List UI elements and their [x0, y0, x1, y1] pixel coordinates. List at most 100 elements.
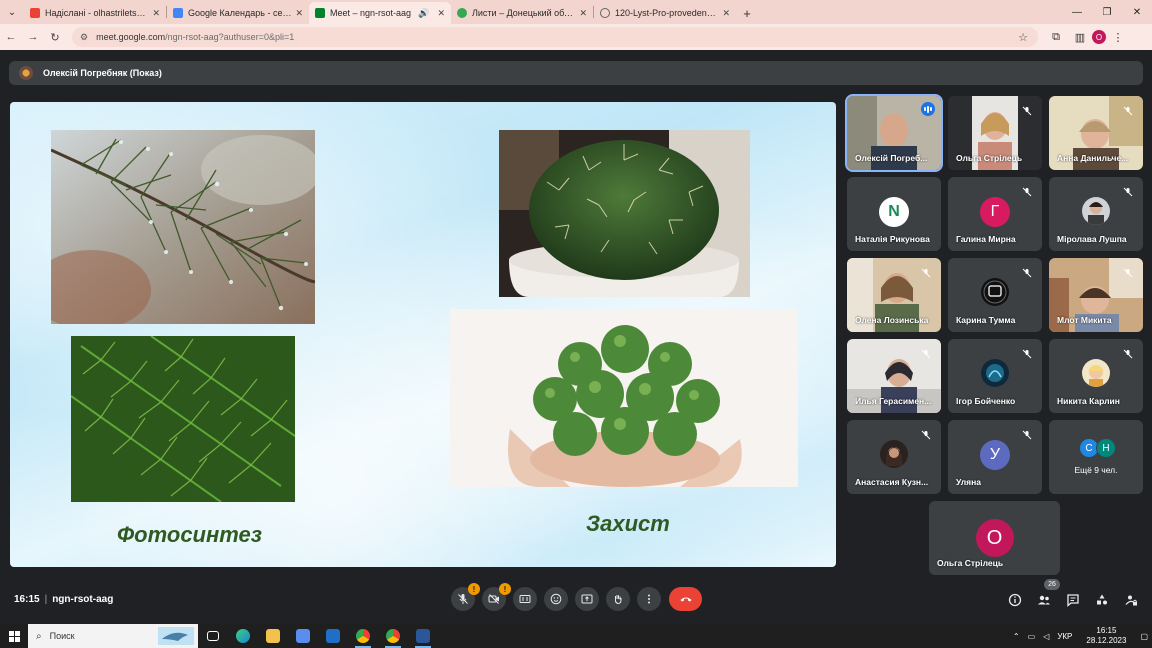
captions-button[interactable]: [513, 587, 537, 611]
chat-button[interactable]: [1062, 589, 1084, 611]
participant-tile[interactable]: Олена Лозинська: [847, 258, 941, 332]
close-window-icon[interactable]: ✕: [1122, 0, 1152, 24]
people-button[interactable]: [1033, 589, 1055, 611]
taskbar-app-edge[interactable]: [228, 624, 258, 648]
participant-tile[interactable]: Анастасия Кузн...: [847, 420, 941, 494]
taskbar-app-explorer[interactable]: [258, 624, 288, 648]
info-icon: [1008, 593, 1022, 607]
close-icon[interactable]: ✕: [295, 8, 303, 19]
taskbar-app-chrome[interactable]: [348, 624, 378, 648]
participant-tile[interactable]: N Наталія Рикунова: [847, 177, 941, 251]
participant-name: Ольга Стрілець: [956, 153, 1023, 163]
close-icon[interactable]: ✕: [579, 8, 587, 19]
close-icon[interactable]: ✕: [152, 8, 160, 19]
mic-muted-icon: [1121, 185, 1134, 198]
taskbar-search[interactable]: ⌕ Поиск: [28, 624, 198, 648]
minimize-icon[interactable]: —: [1062, 0, 1092, 24]
mic-muted-icon: [1121, 266, 1134, 279]
camera-button[interactable]: !: [482, 583, 511, 611]
participant-tile[interactable]: У Уляна: [948, 420, 1042, 494]
participant-name: Олена Лозинська: [855, 315, 929, 325]
participant-tile[interactable]: Млот Микита: [1049, 258, 1143, 332]
self-tile[interactable]: О Ольга Стрілець: [929, 501, 1060, 575]
participant-tile[interactable]: Міролава Лушпа: [1049, 177, 1143, 251]
sidepanel-icon[interactable]: ▥: [1068, 26, 1092, 48]
back-icon[interactable]: ←: [0, 26, 22, 48]
host-controls-button[interactable]: [1120, 589, 1142, 611]
meet-favicon-icon: [315, 8, 325, 18]
restore-icon[interactable]: ❐: [1092, 0, 1122, 24]
chevron-up-icon[interactable]: ⌃: [1013, 632, 1020, 641]
bookmark-star-icon[interactable]: ☆: [1018, 31, 1028, 44]
participant-tile[interactable]: Карина Тумма: [948, 258, 1042, 332]
mic-muted-icon: [1121, 347, 1134, 360]
participant-tile[interactable]: Олексій Погреб...: [845, 94, 943, 172]
keyboard-language[interactable]: УКР: [1057, 632, 1072, 641]
taskbar-clock[interactable]: 16:15 28.12.2023: [1086, 626, 1126, 646]
mic-muted-icon: [1020, 428, 1033, 441]
tab-title: Google Календарь - сентябрь: [188, 8, 292, 18]
tab-search-icon[interactable]: ⌄: [0, 0, 24, 24]
speaker-icon[interactable]: 🔊: [418, 8, 429, 19]
participant-tile[interactable]: Ігор Бойченко: [948, 339, 1042, 413]
network-icon[interactable]: ▭: [1028, 632, 1036, 641]
task-view-button[interactable]: [198, 624, 228, 648]
more-options-button[interactable]: [637, 587, 661, 611]
volume-icon[interactable]: ◁: [1043, 632, 1049, 641]
browser-tab-calendar[interactable]: Google Календарь - сентябрь ✕: [167, 2, 309, 24]
edge-icon: [236, 629, 250, 643]
activities-button[interactable]: [1091, 589, 1113, 611]
browser-tab-strip: ⌄ Надіслані - olhastrilets20@gm ✕ Google…: [0, 0, 1152, 24]
taskbar-app-word[interactable]: [408, 624, 438, 648]
browser-tab-meet[interactable]: Meet – ngn-rsot-aag 🔊 ✕: [309, 2, 451, 24]
meeting-details-button[interactable]: [1004, 589, 1026, 611]
reactions-button[interactable]: [544, 587, 568, 611]
participant-tile[interactable]: Никита Карлин: [1049, 339, 1143, 413]
participant-name: Уляна: [956, 477, 981, 487]
participant-tile[interactable]: Илья Герасимен...: [847, 339, 941, 413]
new-tab-button[interactable]: +: [736, 2, 758, 24]
activities-icon: [1097, 594, 1107, 605]
notifications-icon[interactable]: ▢: [1140, 632, 1148, 641]
more-participants-tile[interactable]: С Н Ещё 9 чел.: [1049, 420, 1143, 494]
present-button[interactable]: [575, 587, 599, 611]
participant-logo-avatar: N: [879, 197, 909, 227]
mic-muted-icon: [1020, 266, 1033, 279]
forward-icon[interactable]: →: [22, 26, 44, 48]
fir-branch-image: [71, 336, 295, 502]
meeting-time: 16:15: [14, 594, 40, 605]
participant-photo-avatar: [1082, 197, 1110, 225]
close-icon[interactable]: ✕: [722, 8, 730, 19]
chrome-icon: [356, 629, 370, 643]
start-button[interactable]: [0, 624, 28, 648]
close-icon[interactable]: ✕: [437, 8, 445, 19]
taskbar-app-mail[interactable]: [318, 624, 348, 648]
browser-menu-icon[interactable]: ⋮: [1106, 26, 1130, 48]
system-tray: ⌃ ▭ ◁ УКР 16:15 28.12.2023 ▢: [1009, 624, 1152, 648]
site-info-icon[interactable]: ⚙: [80, 32, 88, 43]
speaking-indicator-icon: [921, 102, 935, 116]
raise-hand-button[interactable]: [606, 587, 630, 611]
lock-person-icon: [1125, 595, 1137, 606]
extensions-icon[interactable]: ⧉: [1044, 26, 1068, 48]
participant-tile[interactable]: Ольга Стрілець: [948, 96, 1042, 170]
profile-avatar[interactable]: O: [1092, 30, 1106, 44]
participant-tile[interactable]: Анна Данильче...: [1049, 96, 1143, 170]
browser-tab-letters[interactable]: Листи – Донецький обласний ✕: [451, 2, 593, 24]
participant-name: Карина Тумма: [956, 315, 1016, 325]
participant-name: Олексій Погреб...: [855, 153, 928, 163]
taskbar-date: 28.12.2023: [1086, 636, 1127, 645]
search-icon: ⌕: [36, 630, 42, 642]
browser-tab-document[interactable]: 120-Lyst-Pro-provedennia-obl ✕: [594, 2, 736, 24]
mail-icon: [326, 629, 340, 643]
microphone-button[interactable]: !: [451, 583, 480, 611]
taskbar-app-chrome-2[interactable]: [378, 624, 408, 648]
browser-tab-gmail[interactable]: Надіслані - olhastrilets20@gm ✕: [24, 2, 166, 24]
address-bar[interactable]: ⚙ meet.google.com/ngn-rsot-aag?authuser=…: [72, 27, 1038, 47]
mic-muted-icon: [919, 428, 932, 441]
participant-tile[interactable]: Г Галина Мирна: [948, 177, 1042, 251]
leave-call-button[interactable]: [669, 587, 702, 611]
reload-icon[interactable]: ↻: [44, 26, 66, 48]
taskbar-app-store[interactable]: [288, 624, 318, 648]
meeting-code: ngn-rsot-aag: [52, 594, 114, 605]
